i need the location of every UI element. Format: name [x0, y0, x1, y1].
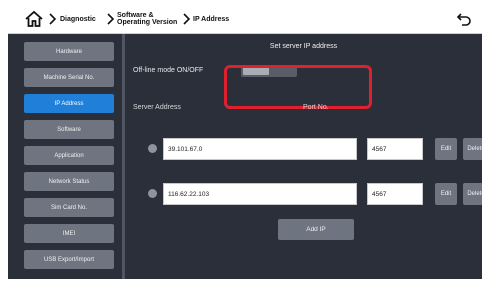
home-icon[interactable] — [24, 10, 44, 28]
page-title: Set server IP address — [269, 43, 338, 50]
breadcrumb-software-version[interactable]: Software & Operating Version — [117, 4, 177, 34]
sidebar: Hardware Machine Serial No. IP Address S… — [8, 34, 122, 279]
server-radio[interactable] — [148, 189, 157, 198]
offline-mode-label: Off-line mode ON/OFF — [133, 67, 204, 74]
device-screen: Diagnostic Software & Operating Version … — [8, 4, 482, 279]
port-label: Port No. — [303, 104, 329, 111]
chevron-right-icon — [183, 13, 191, 25]
chevron-right-icon — [49, 13, 57, 25]
highlight-annotation — [224, 65, 372, 109]
breadcrumb-line: Software & — [117, 12, 154, 19]
port-field[interactable]: 4567 — [367, 183, 423, 205]
sidebar-item-imei[interactable]: IMEI — [24, 224, 114, 243]
breadcrumb-line: Operating Version — [117, 19, 178, 26]
sidebar-item-sim-card-no[interactable]: Sim Card No. — [24, 198, 114, 217]
sidebar-item-machine-serial-no[interactable]: Machine Serial No. — [24, 68, 114, 87]
breadcrumb-diagnostic[interactable]: Diagnostic — [60, 4, 96, 34]
delete-button[interactable]: Delete — [463, 138, 482, 160]
sidebar-item-hardware[interactable]: Hardware — [24, 42, 114, 61]
top-bar: Diagnostic Software & Operating Version … — [8, 4, 482, 34]
sidebar-item-network-status[interactable]: Network Status — [24, 172, 114, 191]
edit-button[interactable]: Edit — [435, 138, 457, 160]
sidebar-item-application[interactable]: Application — [24, 146, 114, 165]
sidebar-item-usb-export-import[interactable]: USB Export/Import — [24, 250, 114, 269]
port-field[interactable]: 4567 — [367, 138, 423, 160]
add-ip-button[interactable]: Add IP — [278, 219, 354, 240]
sidebar-item-software[interactable]: Software — [24, 120, 114, 139]
back-arrow-icon[interactable] — [456, 12, 472, 26]
main-panel: Set server IP address Off-line mode ON/O… — [125, 34, 482, 279]
edit-button[interactable]: Edit — [435, 183, 457, 205]
server-address-field[interactable]: 116.62.22.103 — [163, 183, 357, 205]
breadcrumb-ip-address: IP Address — [193, 15, 230, 23]
chevron-right-icon — [107, 13, 115, 25]
server-address-label: Server Address — [133, 104, 181, 111]
server-radio[interactable] — [148, 144, 157, 153]
delete-button[interactable]: Delete — [463, 183, 482, 205]
sidebar-item-ip-address[interactable]: IP Address — [24, 94, 114, 113]
server-address-field[interactable]: 39.101.67.0 — [163, 138, 357, 160]
